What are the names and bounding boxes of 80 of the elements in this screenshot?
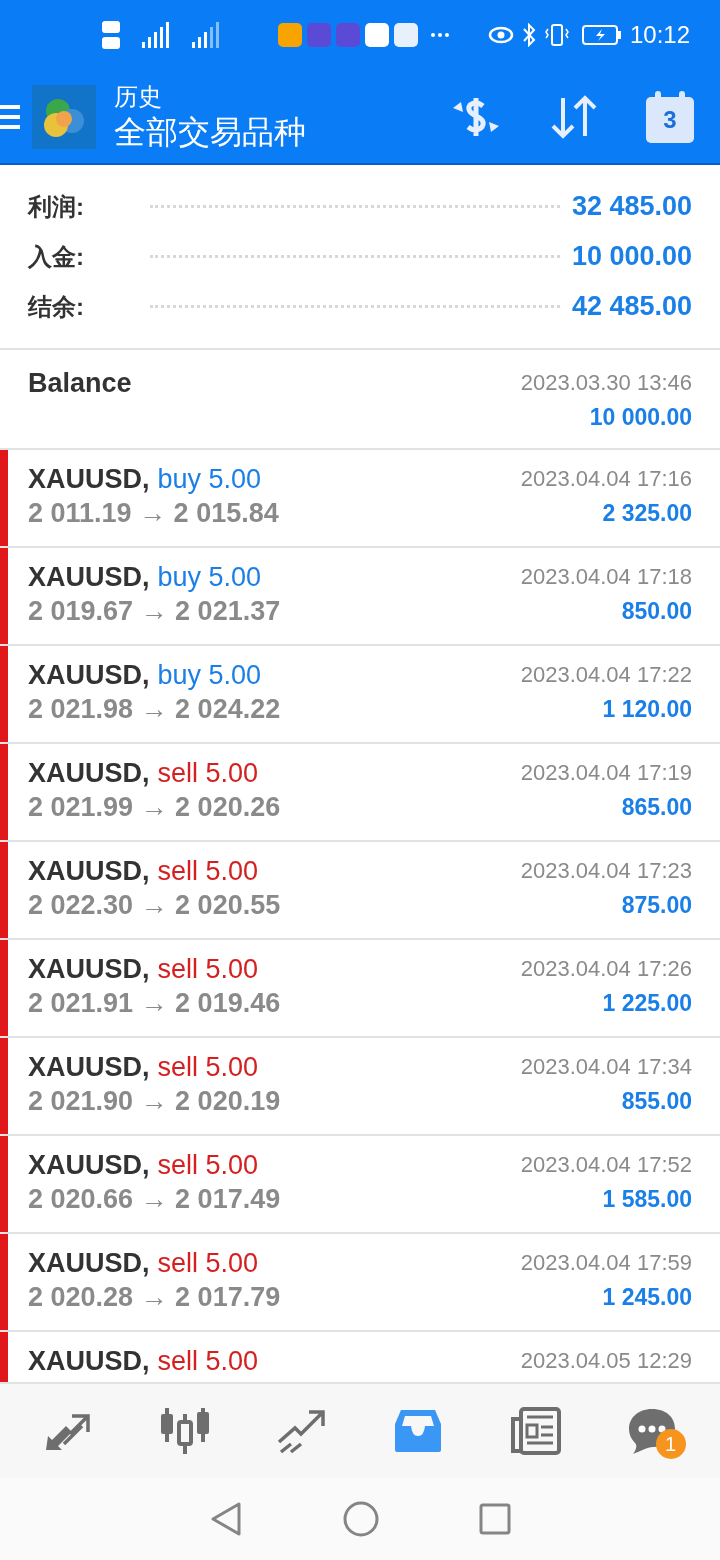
trade-row[interactable]: XAUUSD, sell 5.00 2 020.28 → 2 017.79 2023.04.04 17:59 1 245.00 <box>0 1234 720 1332</box>
trade-volume: sell 5.00 <box>157 1149 259 1182</box>
unread-badge: 1 <box>655 1429 686 1459</box>
trade-symbol: XAUUSD, <box>28 953 150 986</box>
status-time: 10:12 <box>629 20 690 50</box>
trade-profit: 1 120.00 <box>602 695 692 724</box>
trade-profit: 865.00 <box>621 793 692 822</box>
menu-button[interactable] <box>0 104 22 129</box>
trade-volume: sell 5.00 <box>157 953 259 986</box>
trade-profit: 1 245.00 <box>602 1283 692 1312</box>
home-icon[interactable] <box>343 1501 379 1537</box>
trade-time: 2023.04.04 17:23 <box>520 857 692 885</box>
trade-time: 2023.04.04 17:22 <box>520 661 692 689</box>
recents-icon[interactable] <box>479 1503 511 1535</box>
trade-profit: 2 325.00 <box>602 499 692 528</box>
trade-symbol: XAUUSD, <box>28 659 150 692</box>
screen-title: 历史 <box>114 81 163 112</box>
symbol-filter-title[interactable]: 全部交易品种 <box>114 111 306 152</box>
summary-label: 结余: <box>28 291 85 322</box>
trade-volume: sell 5.00 <box>157 1345 259 1378</box>
back-icon[interactable] <box>209 1501 243 1537</box>
trade-row[interactable]: XAUUSD, sell 5.00 2 021.91 → 2 019.46 2023.04.04 17:26 1 225.00 <box>0 940 720 1038</box>
deal-time: 2023.03.30 13:46 <box>520 369 692 397</box>
trade-prices: 2 021.90 → 2 020.19 <box>28 1085 281 1118</box>
trade-time: 2023.04.05 12:29 <box>520 1347 692 1375</box>
trade-row[interactable]: XAUUSD, sell 5.00 2 021.99 → 2 020.26 2023.04.04 17:19 865.00 <box>0 744 720 842</box>
more-icon <box>430 32 450 38</box>
trade-profit: 875.00 <box>621 891 692 920</box>
trade-row[interactable]: XAUUSD, buy 5.00 2 011.19 → 2 015.84 2023.04.04 17:16 2 325.00 <box>0 450 720 548</box>
app-logo-icon <box>32 84 96 149</box>
summary-label: 入金: <box>28 241 85 272</box>
trade-row[interactable]: XAUUSD, sell 5.00 2 022.30 → 2 020.55 2023.04.04 17:23 875.00 <box>0 842 720 940</box>
balance-label: Balance <box>28 367 132 400</box>
trade-prices: 2 020.28 → 2 017.79 <box>28 1281 281 1314</box>
trade-volume: sell 5.00 <box>157 1247 259 1280</box>
trade-prices: 2 020.66 → 2 017.49 <box>28 1183 281 1216</box>
trade-time: 2023.04.04 17:19 <box>520 759 692 787</box>
trade-prices: 2 021.99 → 2 020.26 <box>28 791 281 824</box>
trade-profit: 1 585.00 <box>602 1185 692 1214</box>
trade-symbol: XAUUSD, <box>28 1051 150 1084</box>
trade-prices: 2 021.91 → 2 019.46 <box>28 987 281 1020</box>
trade-symbol: XAUUSD, <box>28 757 150 790</box>
trade-symbol: XAUUSD, <box>28 855 150 888</box>
trade-row[interactable]: XAUUSD, sell 5.00 2 020.66 → 2 017.49 2023.04.04 17:52 1 585.00 <box>0 1136 720 1234</box>
trade-profit: 855.00 <box>621 1087 692 1116</box>
battery-icon <box>581 25 622 45</box>
summary-value: 32 485.00 <box>571 190 692 224</box>
trade-profit: 850.00 <box>621 597 692 626</box>
deal-amount: 10 000.00 <box>589 403 692 432</box>
trade-prices: 2 011.19 → 2 015.84 <box>28 497 279 530</box>
trade-volume: buy 5.00 <box>157 463 262 496</box>
trade-volume: sell 5.00 <box>157 855 259 888</box>
trade-volume: buy 5.00 <box>157 561 262 594</box>
trade-symbol: XAUUSD, <box>28 1345 150 1378</box>
trade-symbol: XAUUSD, <box>28 1247 150 1280</box>
trade-volume: sell 5.00 <box>157 1051 259 1084</box>
eye-icon <box>487 26 514 44</box>
trade-time: 2023.04.04 17:34 <box>520 1053 692 1081</box>
summary-value: 10 000.00 <box>571 240 692 274</box>
trade-volume: sell 5.00 <box>157 757 259 790</box>
trade-prices: 2 019.67 → 2 021.37 <box>28 595 281 628</box>
trade-time: 2023.04.04 17:18 <box>520 563 692 591</box>
bluetooth-icon <box>521 23 536 47</box>
trade-volume: buy 5.00 <box>157 659 262 692</box>
trade-row[interactable]: XAUUSD, sell 5.00 2 021.90 → 2 020.19 2023.04.04 17:34 855.00 <box>0 1038 720 1136</box>
trade-prices: 2 021.98 → 2 024.22 <box>28 693 281 726</box>
trade-row[interactable]: XAUUSD, buy 5.00 2 021.98 → 2 024.22 2023.04.04 17:22 1 120.00 <box>0 646 720 744</box>
trade-time: 2023.04.04 17:26 <box>520 955 692 983</box>
trade-symbol: XAUUSD, <box>28 1149 150 1182</box>
trade-prices: 2 022.30 → 2 020.55 <box>28 889 281 922</box>
trade-symbol: XAUUSD, <box>28 561 150 594</box>
summary-value: 42 485.00 <box>571 290 692 324</box>
trade-time: 2023.04.04 17:52 <box>520 1151 692 1179</box>
vibrate-icon <box>543 23 570 47</box>
trade-time: 2023.04.04 17:59 <box>520 1249 692 1277</box>
summary-label: 利润: <box>28 191 85 222</box>
trade-time: 2023.04.04 17:16 <box>520 465 692 493</box>
trade-symbol: XAUUSD, <box>28 463 150 496</box>
trade-profit: 1 225.00 <box>602 989 692 1018</box>
trade-row[interactable]: XAUUSD, buy 5.00 2 019.67 → 2 021.37 2023.04.04 17:18 850.00 <box>0 548 720 646</box>
